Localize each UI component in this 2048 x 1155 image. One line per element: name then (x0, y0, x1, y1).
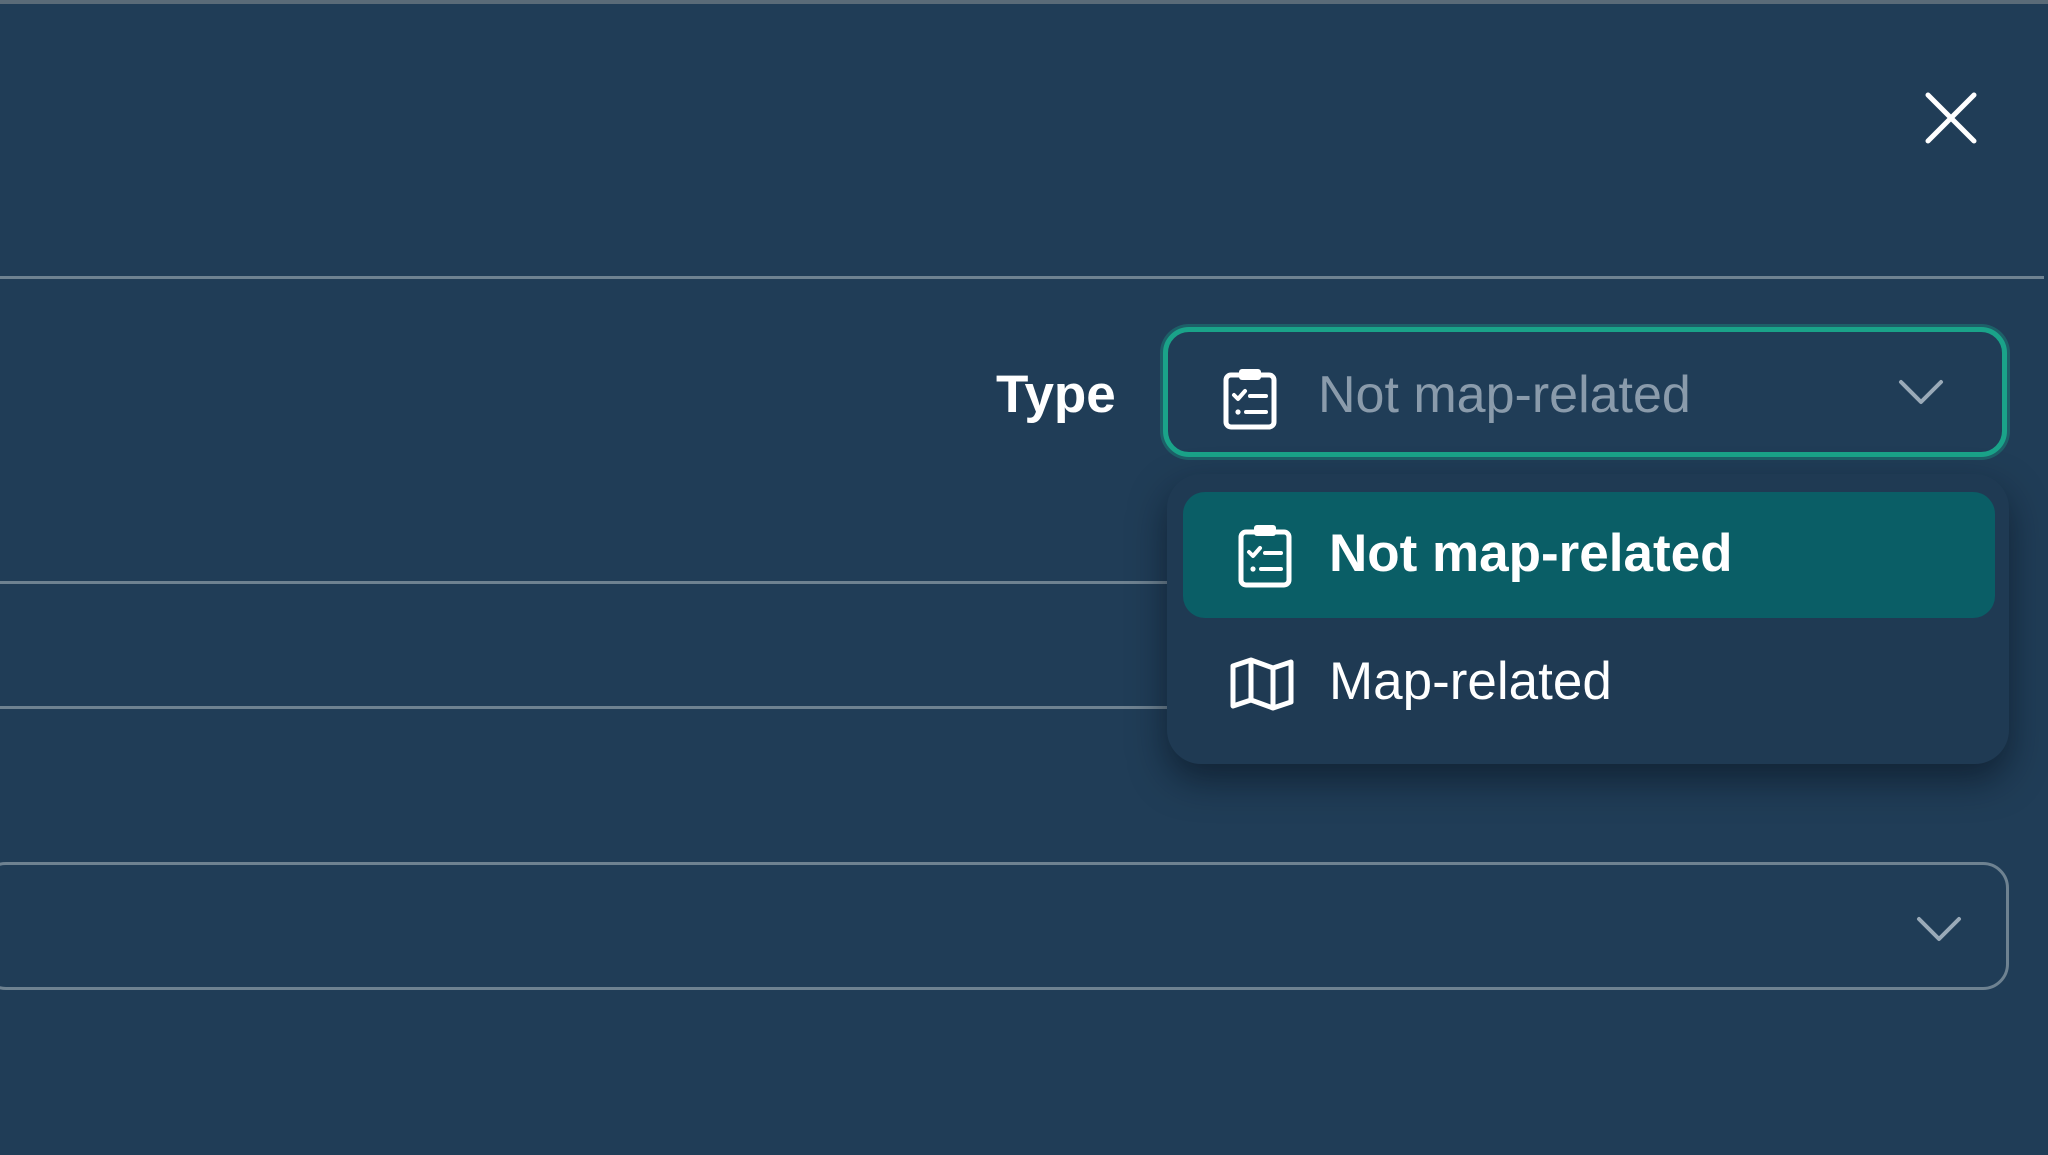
type-label: Type (996, 365, 1116, 424)
secondary-select[interactable] (0, 862, 2009, 990)
map-icon (1230, 657, 1294, 711)
dropdown-option-label: Map-related (1329, 652, 1612, 711)
chevron-down-icon (1917, 917, 1961, 941)
close-button[interactable] (1919, 86, 1983, 150)
clipboard-checklist-icon (1238, 525, 1292, 588)
section-divider (0, 276, 2044, 279)
background-strip (0, 0, 2048, 4)
type-select[interactable]: Not map-related (1163, 327, 2007, 457)
section-divider (0, 706, 1180, 709)
close-icon (1925, 92, 1977, 144)
dropdown-option-not-map-related[interactable]: Not map-related (1183, 492, 1995, 618)
clipboard-checklist-icon (1223, 369, 1277, 430)
dropdown-option-map-related[interactable]: Map-related (1183, 620, 1995, 746)
chevron-down-icon (1899, 380, 1943, 404)
type-dropdown-menu: Not map-related Map-related (1167, 474, 2009, 764)
dropdown-option-label: Not map-related (1329, 524, 1733, 583)
section-divider (0, 581, 1180, 584)
type-select-value: Not map-related (1318, 366, 1691, 424)
modal-panel: Type Not map-related Not map-related Map… (0, 0, 2048, 1155)
